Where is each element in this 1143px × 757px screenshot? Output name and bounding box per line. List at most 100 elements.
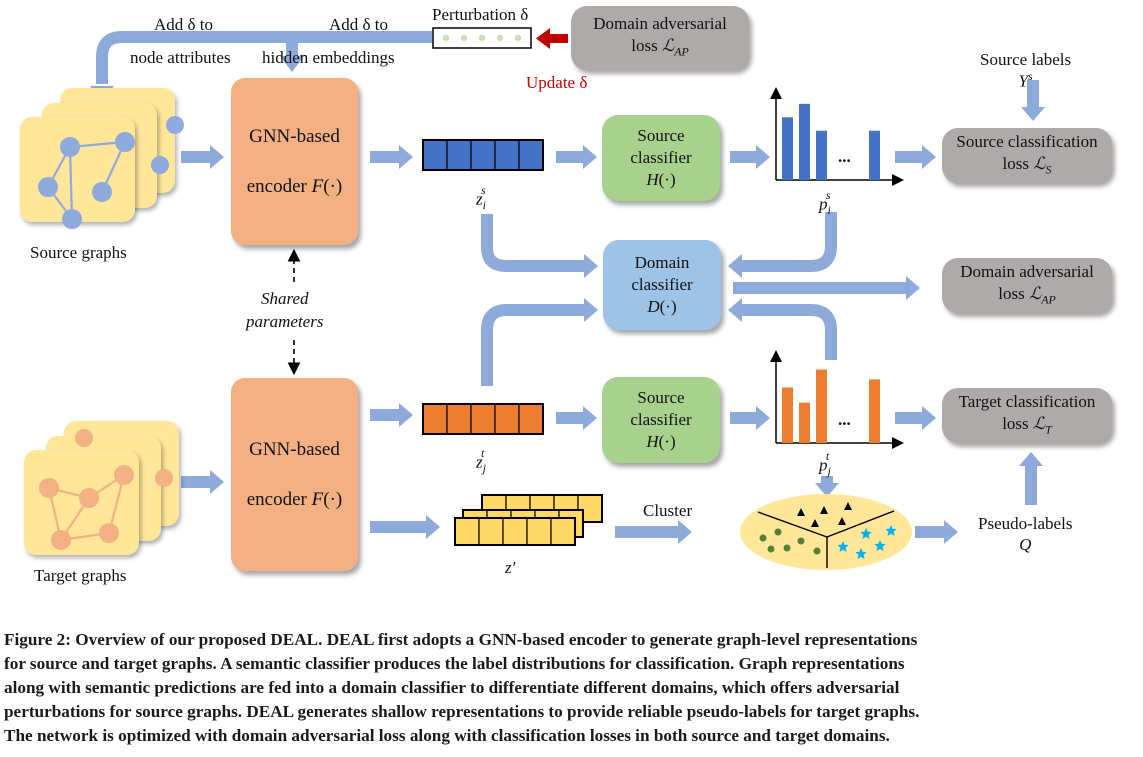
z-target-vector-cell xyxy=(422,403,448,435)
arrow-ps-to-source-loss-head xyxy=(922,145,936,169)
source-classification-loss: Source classification loss ℒS xyxy=(942,128,1112,183)
arrow-pt-to-domain-classifier-head xyxy=(728,298,742,322)
graph-node xyxy=(51,530,71,550)
graph-node xyxy=(155,469,173,487)
source-graphs-label: Source graphs xyxy=(30,243,127,262)
z-source-vector-cell xyxy=(518,139,544,171)
cluster-circle xyxy=(774,528,782,536)
source-labels-label: Source labels Ys xyxy=(980,50,1072,91)
p-target-label: pjt xyxy=(819,449,831,479)
p-target-distribution-bar xyxy=(799,402,810,443)
z-prime-vector-front-cell xyxy=(526,517,552,546)
cluster-circle xyxy=(759,534,767,542)
encoder-title: GNN-based xyxy=(249,438,340,460)
z-target-vector-cell xyxy=(470,403,496,435)
encoder-formula: encoder F(·) xyxy=(246,488,343,510)
graph-node xyxy=(38,177,58,197)
z-source-vector-cell xyxy=(446,139,472,171)
graph-node xyxy=(151,156,169,174)
arrow-pt-to-domain-classifier xyxy=(742,304,837,360)
encoder-title: GNN-based xyxy=(249,125,340,147)
arrow-encoder-to-zt-head xyxy=(399,403,413,427)
z-prime-vector-front-cell xyxy=(478,517,504,546)
arrow-target-graphs-to-encoder-head xyxy=(210,470,224,494)
arrow-source-graphs-to-encoder-head xyxy=(210,145,224,169)
source-classifier-top: Source classifier H(·) xyxy=(602,115,720,201)
z-target-vector-cell xyxy=(446,403,472,435)
cluster-circle xyxy=(767,545,775,553)
arrow-source-labels-to-loss-head xyxy=(1021,107,1045,121)
arrow-zt-to-domain-classifier-head xyxy=(584,298,598,322)
arrow-domain-classifier-to-loss-head xyxy=(906,276,920,300)
p-source-distribution-bar xyxy=(816,130,827,180)
graph-node xyxy=(92,182,112,202)
target-graphs-label: Target graphs xyxy=(34,566,127,585)
arrow-classifier-to-ps-head xyxy=(756,145,770,169)
source-classifier-bottom: Source classifier H(·) xyxy=(602,377,720,463)
shared-parameters-label: Shared parameters xyxy=(246,289,324,331)
graph-node xyxy=(114,465,134,485)
arrow-zs-to-domain-classifier xyxy=(481,214,584,272)
arrow-pseudo-labels-to-target-loss-head xyxy=(1019,452,1043,466)
graph-node xyxy=(75,429,93,447)
add-delta-hidden-line1: Add δ to xyxy=(329,15,389,34)
p-source-label: pis xyxy=(819,188,831,218)
arrow-zt-to-classifier-head xyxy=(583,406,597,430)
p-source-distribution-bar xyxy=(782,117,793,180)
target-classification-loss: Target classification loss ℒT xyxy=(942,388,1112,443)
perturbation-dot xyxy=(460,34,468,42)
arrow-zs-to-classifier-head xyxy=(583,145,597,169)
gnn-encoder-target: GNN-based encoder F(·) xyxy=(231,378,358,571)
graph-node xyxy=(79,488,99,508)
cluster-ellipse xyxy=(740,494,912,570)
perturbation-dot xyxy=(478,34,486,42)
deal-architecture-diagram: Perturbation δ Add δ to node attributes … xyxy=(0,0,1143,610)
figure-caption: Figure 2: Overview of our proposed DEAL.… xyxy=(4,628,1142,748)
perturbation-dot xyxy=(442,34,450,42)
z-target-vector-cell xyxy=(494,403,520,435)
z-prime-vector-front-cell xyxy=(502,517,528,546)
p-target-distribution-bar xyxy=(816,369,827,443)
graph-node xyxy=(62,209,82,229)
arrow-ps-to-domain-classifier-head xyxy=(728,254,742,278)
p-target-distribution-bar xyxy=(782,387,793,443)
arrow-cluster-to-pseudo-labels-head xyxy=(944,520,958,544)
p-source-distribution-bar xyxy=(869,130,880,180)
p-source-ellipsis: ... xyxy=(838,147,851,166)
update-delta-label: Update δ xyxy=(526,73,588,92)
caption-line: along with semantic predictions are fed … xyxy=(4,678,900,697)
p-source-distribution-bar xyxy=(799,103,810,180)
add-delta-nodes-line1: Add δ to xyxy=(154,15,214,34)
add-delta-hidden-line2: hidden embeddings xyxy=(262,48,395,67)
z-target-label: zjt xyxy=(476,446,486,476)
arrow-encoder-to-zprime-head xyxy=(426,515,440,539)
arrow-zt-to-domain-classifier xyxy=(481,304,584,386)
arrow-pt-to-target-loss-head xyxy=(922,406,936,430)
cluster-circle xyxy=(813,547,821,555)
domain-adversarial-loss: Domain adversarial loss ℒAP xyxy=(942,258,1112,313)
update-arrow-head xyxy=(536,28,550,49)
gnn-encoder-source: GNN-based encoder F(·) xyxy=(231,78,358,245)
graph-node xyxy=(99,523,119,543)
caption-line: Figure 2: Overview of our proposed DEAL.… xyxy=(4,630,918,649)
update-arrow-shaft xyxy=(548,34,568,43)
z-target-vector-cell xyxy=(518,403,544,435)
caption-line: The network is optimized with domain adv… xyxy=(4,726,890,745)
cluster-circle xyxy=(797,537,805,545)
z-prime-label: z′ xyxy=(505,558,516,577)
arrow-ps-to-domain-classifier xyxy=(742,212,837,272)
arrow-zs-to-domain-classifier-head xyxy=(584,254,598,278)
loss-title: Domain adversarial xyxy=(593,14,727,34)
perturbation-dot xyxy=(496,34,504,42)
perturbation-label: Perturbation δ xyxy=(432,5,529,24)
z-prime-vector-front-cell xyxy=(454,517,480,546)
source-graph-card xyxy=(20,117,135,222)
p-target-distribution-bar xyxy=(869,379,880,443)
cluster-circle xyxy=(783,544,791,552)
graph-node xyxy=(39,478,59,498)
loss-formula: loss ℒAP xyxy=(631,36,689,59)
graph-node xyxy=(166,116,184,134)
z-source-vector-cell xyxy=(422,139,448,171)
perturbation-dot xyxy=(514,34,522,42)
p-target-ellipsis: ... xyxy=(838,410,851,429)
